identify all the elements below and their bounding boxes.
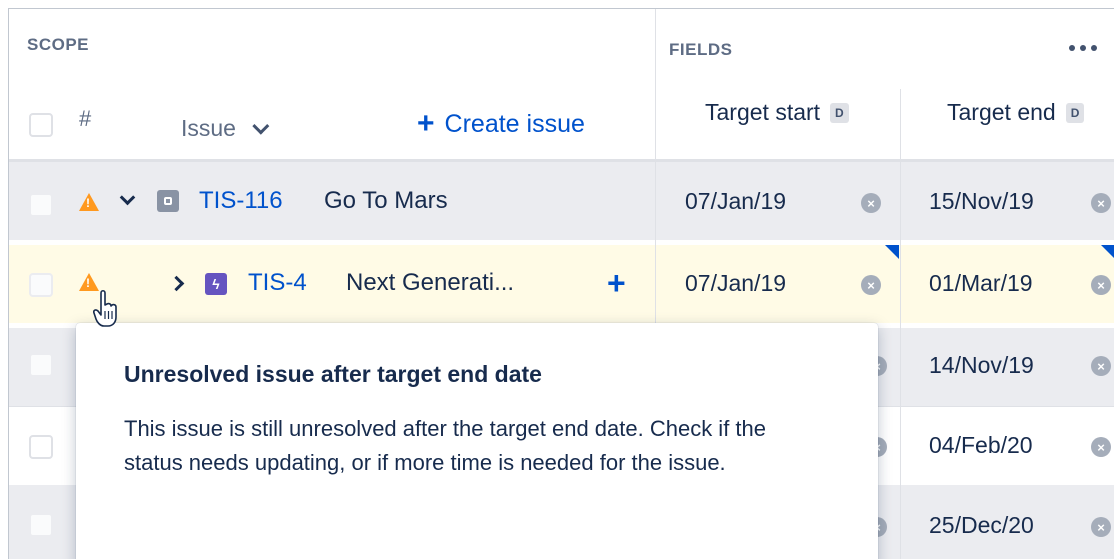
- column-divider: [655, 161, 656, 331]
- clear-icon[interactable]: ×: [1091, 193, 1111, 213]
- table-row[interactable]: ϟ TIS-4 Next Generati... + 07/Jan/19 × 0…: [9, 245, 1114, 323]
- fields-label: FIELDS: [669, 40, 733, 59]
- issue-column-label: Issue: [181, 115, 236, 141]
- scope-label: SCOPE: [27, 35, 90, 54]
- column-divider: [900, 89, 901, 161]
- target-start-column-header[interactable]: Target start D: [705, 99, 849, 126]
- tooltip-title: Unresolved issue after target end date: [124, 361, 542, 387]
- chevron-down-icon: [252, 117, 270, 135]
- issue-summary: Go To Mars: [324, 187, 448, 214]
- issue-key-link[interactable]: TIS-116: [199, 187, 283, 215]
- epic-icon: ϟ: [205, 273, 227, 295]
- target-end-date[interactable]: 14/Nov/19: [929, 352, 1034, 379]
- target-end-date[interactable]: 04/Feb/20: [929, 432, 1033, 459]
- hand-cursor-icon: [93, 289, 117, 327]
- chevron-down-icon[interactable]: [119, 189, 136, 206]
- issue-column-header[interactable]: Issue: [181, 115, 270, 142]
- more-options-icon[interactable]: [1059, 34, 1107, 62]
- column-divider: [655, 9, 656, 161]
- date-type-badge: D: [1065, 102, 1085, 123]
- changed-value-indicator: [885, 245, 899, 259]
- changed-value-indicator: [1101, 245, 1114, 259]
- date-type-badge: D: [830, 102, 849, 123]
- target-end-date[interactable]: 25/Dec/20: [929, 512, 1034, 539]
- clear-icon[interactable]: ×: [1091, 275, 1111, 295]
- initiative-icon: [157, 190, 179, 212]
- clear-icon[interactable]: ×: [1091, 437, 1111, 457]
- tooltip-body: This issue is still unresolved after the…: [124, 416, 766, 475]
- create-issue-label: Create issue: [444, 109, 585, 138]
- target-end-date[interactable]: 15/Nov/19: [929, 188, 1034, 215]
- row-checkbox[interactable]: [29, 353, 53, 377]
- target-start-date[interactable]: 07/Jan/19: [685, 188, 786, 215]
- plus-icon: +: [417, 107, 435, 140]
- rank-column-header: #: [79, 106, 92, 131]
- column-divider: [900, 161, 901, 559]
- target-end-label: Target end: [947, 99, 1056, 125]
- clear-icon[interactable]: ×: [861, 275, 881, 295]
- row-checkbox[interactable]: [29, 273, 53, 297]
- clear-icon[interactable]: ×: [1091, 517, 1111, 537]
- target-start-label: Target start: [705, 99, 821, 125]
- select-all-checkbox[interactable]: [29, 113, 53, 137]
- target-end-column-header[interactable]: Target end D: [947, 99, 1085, 126]
- clear-icon[interactable]: ×: [861, 193, 881, 213]
- plan-table: SCOPE FIELDS # Issue + Create issue Targ…: [8, 8, 1114, 559]
- issue-summary: Next Generati...: [346, 269, 515, 296]
- row-checkbox[interactable]: [29, 435, 53, 459]
- warning-tooltip: Unresolved issue after target end date T…: [76, 323, 878, 559]
- create-issue-button[interactable]: + Create issue: [417, 109, 585, 139]
- target-end-date[interactable]: 01/Mar/19: [929, 270, 1033, 297]
- issue-key-link[interactable]: TIS-4: [248, 269, 307, 297]
- row-checkbox[interactable]: [29, 513, 53, 537]
- target-start-date[interactable]: 07/Jan/19: [685, 270, 786, 297]
- chevron-right-icon[interactable]: [168, 275, 185, 292]
- warning-icon[interactable]: [79, 193, 99, 211]
- clear-icon[interactable]: ×: [1091, 356, 1111, 376]
- add-child-issue-button[interactable]: +: [607, 267, 626, 299]
- table-row[interactable]: TIS-116 Go To Mars 07/Jan/19 × 15/Nov/19…: [9, 162, 1114, 240]
- row-checkbox[interactable]: [29, 193, 53, 217]
